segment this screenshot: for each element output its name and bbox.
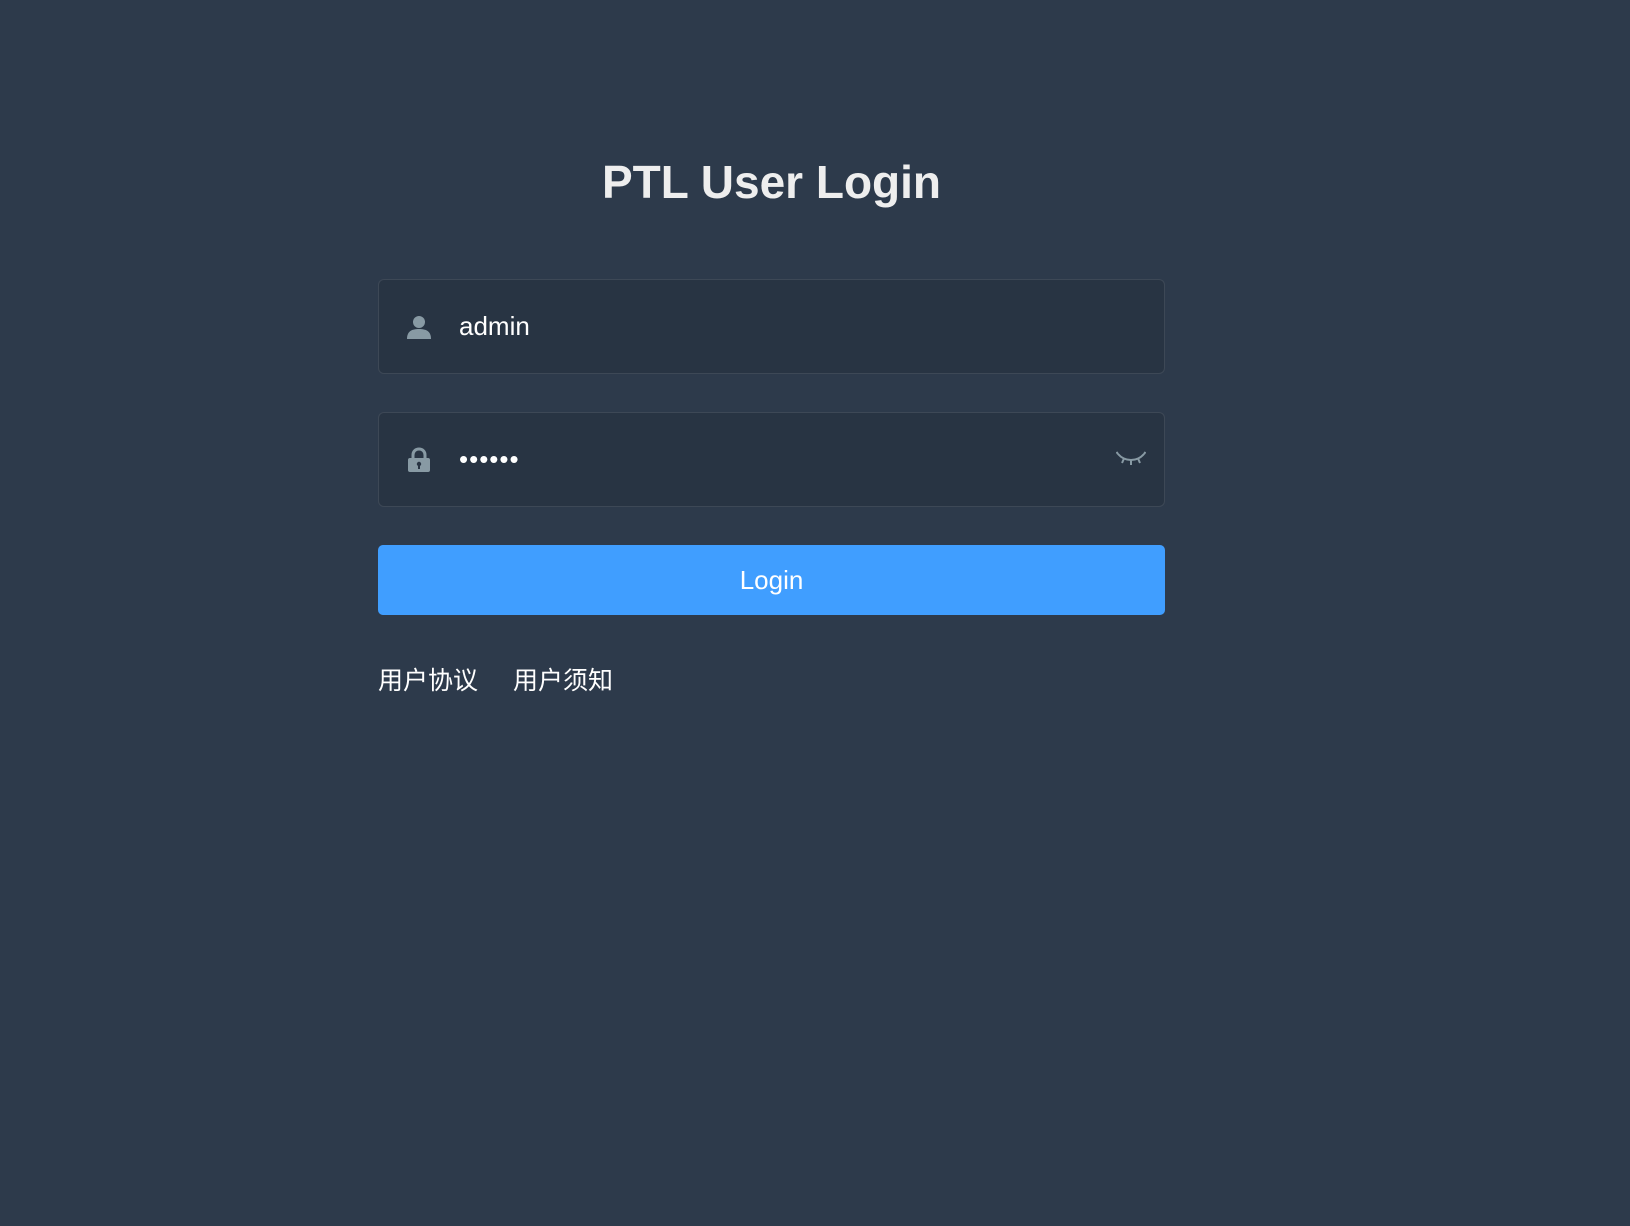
password-input[interactable]: •••••• bbox=[459, 413, 1084, 506]
user-icon bbox=[405, 313, 433, 341]
page-title: PTL User Login bbox=[601, 156, 942, 208]
login-button[interactable]: Login bbox=[378, 545, 1165, 615]
username-input[interactable]: admin bbox=[459, 280, 1084, 373]
username-field[interactable]: admin bbox=[378, 279, 1165, 374]
eye-closed-icon[interactable] bbox=[1114, 445, 1148, 473]
user-notice-link[interactable]: 用户须知 bbox=[513, 662, 613, 700]
lock-icon bbox=[405, 446, 433, 474]
user-agreement-link[interactable]: 用户协议 bbox=[378, 662, 478, 700]
footer-links: 用户协议 用户须知 bbox=[378, 662, 613, 700]
password-field[interactable]: •••••• bbox=[378, 412, 1165, 507]
